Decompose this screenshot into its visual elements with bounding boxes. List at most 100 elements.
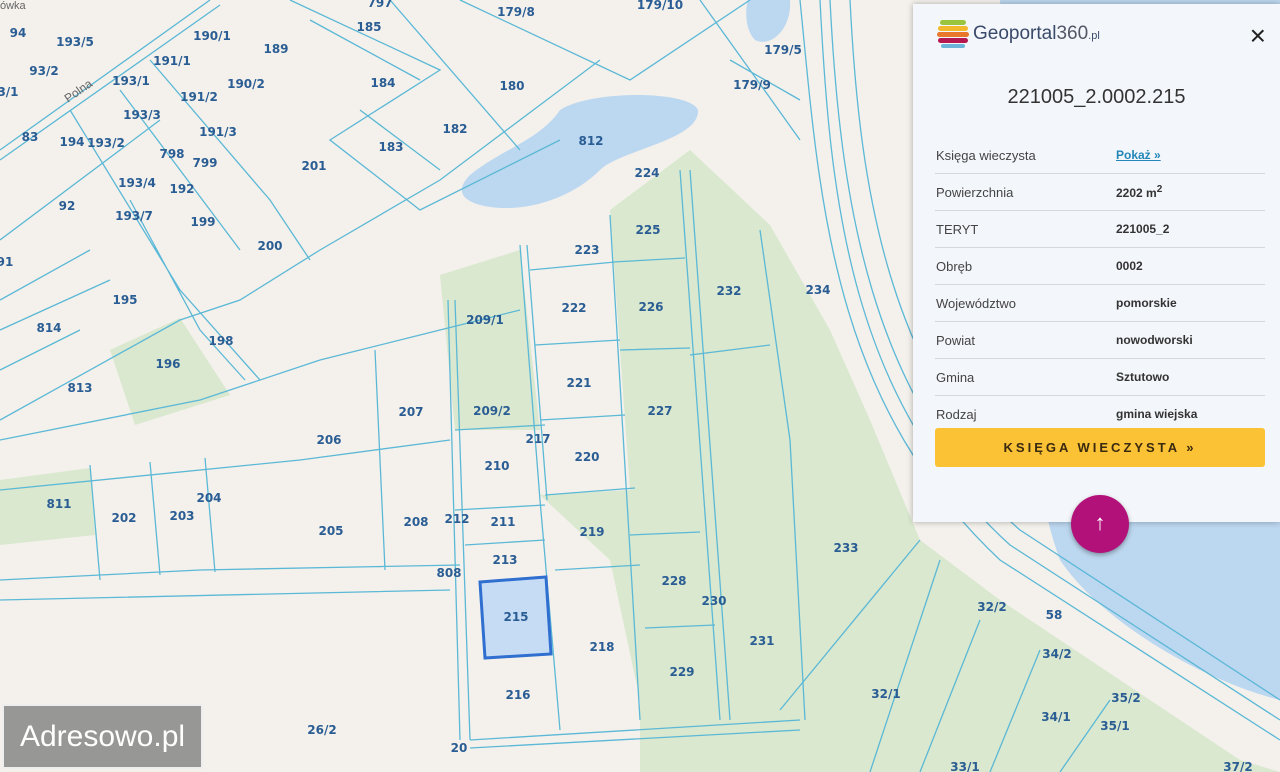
parcel-label[interactable]: 35/1 (1100, 719, 1129, 733)
parcel-label[interactable]: 189 (263, 42, 288, 56)
parcel-label[interactable]: 179/9 (733, 78, 771, 92)
parcel-label[interactable]: 191/3 (199, 125, 237, 139)
parcel-label[interactable]: 193/1 (112, 74, 150, 88)
parcel-label[interactable]: 208 (403, 515, 428, 529)
row-value: 0002 (1115, 247, 1265, 285)
parcel-label[interactable]: 213 (492, 553, 517, 567)
parcel-label[interactable]: 34/1 (1041, 710, 1070, 724)
parcel-label[interactable]: 206 (316, 433, 341, 447)
parcel-label[interactable]: 184 (370, 76, 395, 90)
parcel-label[interactable]: 216 (505, 688, 530, 702)
parcel-label[interactable]: 195 (112, 293, 137, 307)
parcel-label[interactable]: 234 (805, 283, 830, 297)
parcel-label[interactable]: 193/5 (56, 35, 94, 49)
table-row: Powiat nowodworski (935, 321, 1265, 359)
parcel-label[interactable]: 191/2 (180, 90, 218, 104)
parcel-label[interactable]: 185 (356, 20, 381, 34)
parcel-label[interactable]: 190/2 (227, 77, 265, 91)
parcel-label[interactable]: 207 (398, 405, 423, 419)
geoportal-logo[interactable]: Geoportal360.pl (937, 18, 1100, 50)
parcel-label[interactable]: 182 (442, 122, 467, 136)
parcel-label[interactable]: 200 (257, 239, 282, 253)
parcel-label[interactable]: 230 (701, 594, 726, 608)
geoportal-globe-icon (937, 20, 969, 48)
parcel-label[interactable]: 20 (451, 741, 468, 755)
parcel-label[interactable]: 179/5 (764, 43, 802, 57)
parcel-label[interactable]: 201 (301, 159, 326, 173)
parcel-label[interactable]: 183 (378, 140, 403, 154)
parcel-label[interactable]: 222 (561, 301, 586, 315)
parcel-label[interactable]: 231 (749, 634, 774, 648)
parcel-label[interactable]: 93/2 (29, 64, 58, 78)
parcel-label[interactable]: 180 (499, 79, 524, 93)
parcel-label[interactable]: 192 (169, 182, 194, 196)
parcel-label[interactable]: 193/7 (115, 209, 153, 223)
parcel-label[interactable]: 217 (525, 432, 550, 446)
parcel-label[interactable]: 808 (436, 566, 461, 580)
parcel-label[interactable]: 223 (574, 243, 599, 257)
parcel-label[interactable]: 233 (833, 541, 858, 555)
table-row: Gmina Sztutowo (935, 358, 1265, 396)
parcel-label[interactable]: 212 (444, 512, 469, 526)
parcel-label[interactable]: 179/10 (637, 0, 683, 12)
parcel-label[interactable]: 179/8 (497, 5, 535, 19)
parcel-label[interactable]: 799 (192, 156, 217, 170)
parcel-label[interactable]: 229 (669, 665, 694, 679)
parcel-label[interactable]: 224 (634, 166, 659, 180)
parcel-label[interactable]: 26/2 (307, 723, 336, 737)
parcel-label[interactable]: 3/1 (0, 85, 19, 99)
parcel-label[interactable]: 209/2 (473, 404, 511, 418)
parcel-label[interactable]: 37/2 (1223, 760, 1252, 772)
parcel-label[interactable]: 91 (0, 255, 13, 269)
parcel-label[interactable]: 32/2 (977, 600, 1006, 614)
parcel-label[interactable]: 797 (367, 0, 392, 10)
show-land-register-link[interactable]: Pokaż » (1116, 148, 1161, 162)
parcel-label[interactable]: 204 (196, 491, 221, 505)
parcel-label[interactable]: 34/2 (1042, 647, 1071, 661)
parcel-label[interactable]: 199 (190, 215, 215, 229)
parcel-label[interactable]: 193/3 (123, 108, 161, 122)
parcel-label[interactable]: 33/1 (950, 760, 979, 772)
parcel-label[interactable]: 225 (635, 223, 660, 237)
parcel-label[interactable]: 812 (578, 134, 603, 148)
parcel-label[interactable]: 228 (661, 574, 686, 588)
parcel-label[interactable]: 226 (638, 300, 663, 314)
parcel-label[interactable]: 92 (59, 199, 76, 213)
parcel-label[interactable]: 190/1 (193, 29, 231, 43)
parcel-label[interactable]: 193/2 (87, 136, 125, 150)
row-value: nowodworski (1115, 321, 1265, 359)
parcel-label[interactable]: 814 (36, 321, 61, 335)
parcel-label[interactable]: 83 (22, 130, 39, 144)
parcel-label[interactable]: 798 (159, 147, 184, 161)
parcel-label[interactable]: 35/2 (1111, 691, 1140, 705)
parcel-label[interactable]: 210 (484, 459, 509, 473)
parcel-label[interactable]: 196 (155, 357, 180, 371)
parcel-label[interactable]: 209/1 (466, 313, 504, 327)
parcel-label[interactable]: 211 (490, 515, 515, 529)
parcel-label[interactable]: 32/1 (871, 687, 900, 701)
scroll-top-button[interactable]: ↑ (1071, 495, 1129, 553)
logo-text: Geoportal (973, 23, 1057, 44)
parcel-label[interactable]: 219 (579, 525, 604, 539)
parcel-label[interactable]: 202 (111, 511, 136, 525)
parcel-label[interactable]: 221 (566, 376, 591, 390)
row-value-sup: 2 (1156, 184, 1163, 195)
parcel-label[interactable]: 194 (59, 135, 84, 149)
parcel-label[interactable]: 232 (716, 284, 741, 298)
parcel-label[interactable]: 203 (169, 509, 194, 523)
parcel-label[interactable]: 227 (647, 404, 672, 418)
parcel-label[interactable]: 813 (67, 381, 92, 395)
row-label: Rodzaj (936, 406, 977, 422)
parcel-label[interactable]: 191/1 (153, 54, 191, 68)
parcel-label[interactable]: 220 (574, 450, 599, 464)
land-register-button[interactable]: KSIĘGA WIECZYSTA » (935, 428, 1265, 467)
parcel-label[interactable]: 58 (1046, 608, 1063, 622)
parcel-label[interactable]: 205 (318, 524, 343, 538)
parcel-label[interactable]: 218 (589, 640, 614, 654)
parcel-label[interactable]: 94 (10, 26, 27, 40)
parcel-label[interactable]: 193/4 (118, 176, 156, 190)
parcel-label[interactable]: 198 (208, 334, 233, 348)
parcel-label[interactable]: 811 (46, 497, 71, 511)
parcel-label[interactable]: 215 (503, 610, 528, 624)
close-icon[interactable]: × (1250, 22, 1266, 50)
